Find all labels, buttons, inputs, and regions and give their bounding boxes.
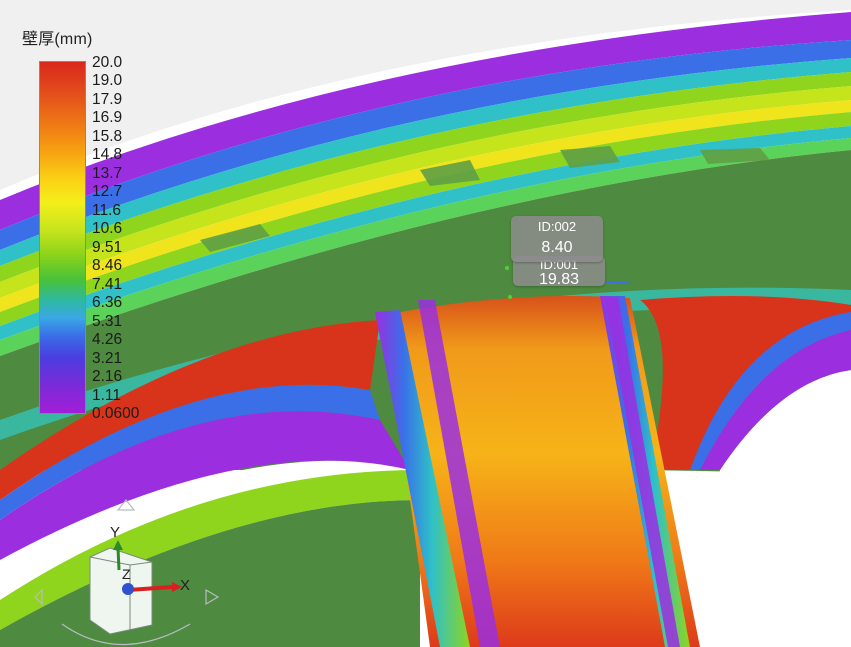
legend-title: 壁厚(mm) — [22, 31, 93, 48]
probe-value: 19.83 — [538, 271, 580, 288]
legend-tick-label: 19.0 — [92, 72, 123, 90]
probe-id: ID:002 — [537, 219, 577, 234]
legend-tick-label: 14.8 — [92, 146, 123, 164]
triad-x-label: X — [180, 577, 191, 594]
probe-tag-002[interactable]: ID:002 8.40 — [511, 216, 603, 262]
legend-tick-label: 8.46 — [92, 257, 123, 275]
legend-tick-label: 11.6 — [92, 201, 122, 219]
legend-tick-label: 4.26 — [92, 331, 123, 349]
3d-viewport[interactable] — [0, 0, 851, 647]
legend-tick-label: 9.51 — [92, 238, 123, 256]
triad-y-label: Y — [110, 524, 121, 541]
legend-tick-label: 10.6 — [92, 220, 123, 238]
color-scale-bar — [39, 61, 86, 414]
triad-z-label: Z — [122, 566, 131, 582]
probe-marker — [508, 295, 512, 299]
legend-tick-label: 13.7 — [92, 164, 123, 182]
probe-value: 8.40 — [541, 239, 573, 256]
legend-tick-label: 20.0 — [92, 54, 123, 71]
probe-marker — [505, 266, 509, 270]
legend-tick-label: 2.16 — [92, 368, 123, 386]
legend-tick-label: 17.9 — [92, 90, 123, 108]
legend-tick-label: 15.8 — [92, 127, 123, 145]
legend-tick-label: 6.36 — [92, 294, 123, 312]
legend-tick-label: 1.11 — [92, 386, 122, 404]
probe-leader — [604, 281, 631, 284]
legend-tick-label: 3.21 — [92, 349, 123, 367]
legend-tick-label: 0.0600 — [92, 405, 140, 422]
legend-tick-label: 12.7 — [92, 183, 123, 201]
legend-tick-label: 7.41 — [92, 275, 123, 293]
legend-tick-label: 5.31 — [92, 312, 123, 330]
legend-tick-label: 16.9 — [92, 109, 123, 127]
